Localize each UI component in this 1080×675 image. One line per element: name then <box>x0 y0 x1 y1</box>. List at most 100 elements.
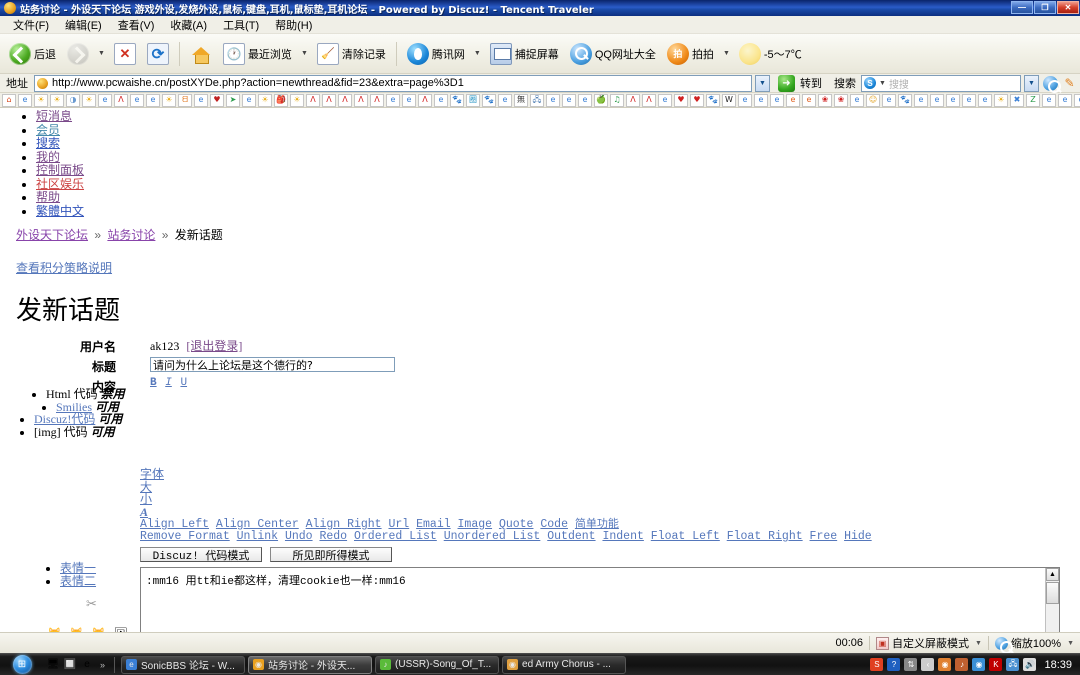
browser-icon[interactable]: e <box>80 658 94 672</box>
subject-input[interactable] <box>150 357 395 372</box>
bookmark-item[interactable]: ◑ <box>66 93 80 107</box>
bookmark-item[interactable]: e <box>770 93 784 107</box>
taskbar-task-button[interactable]: e SonicBBS 论坛 - W... <box>121 655 246 674</box>
bookmark-item[interactable]: e <box>914 93 928 107</box>
nav-link-traditional[interactable]: 繁體中文 <box>36 204 84 218</box>
simple-mode-link[interactable]: 简单功能 <box>575 517 619 530</box>
volume-icon[interactable]: 🔊 <box>1023 658 1037 671</box>
media-player-icon[interactable]: 🔲 <box>63 658 77 672</box>
bookmark-item[interactable]: e <box>130 93 144 107</box>
bookmark-item[interactable]: ❀ <box>818 93 832 107</box>
bookmark-item[interactable]: ♥ <box>690 93 704 107</box>
bookmark-item[interactable]: e <box>386 93 400 107</box>
weather-widget[interactable]: -5～7℃ <box>734 40 807 68</box>
bookmark-item[interactable]: Λ <box>306 93 320 107</box>
search-submit-button[interactable] <box>1042 75 1061 93</box>
bookmark-item[interactable]: e <box>98 93 112 107</box>
scroll-up-arrow-icon[interactable]: ▲ <box>1046 568 1059 581</box>
home-button[interactable] <box>185 40 217 68</box>
nav-item-help[interactable]: 帮助 <box>36 190 1072 205</box>
shield-mode-item[interactable]: ▣ 自定义屏蔽模式 <box>875 635 969 651</box>
search-dropdown-button[interactable]: ▼ <box>1024 74 1039 92</box>
nav-link-entertainment[interactable]: 社区娱乐 <box>36 177 84 191</box>
nav-link-mine[interactable]: 我的 <box>36 150 60 164</box>
wysiwyg-mode-button[interactable]: 所见即所得模式 <box>270 547 392 562</box>
nav-item-members[interactable]: 会员 <box>36 123 1072 138</box>
bookmark-item[interactable]: ᗺ <box>178 93 192 107</box>
bookmark-item[interactable]: e <box>18 93 32 107</box>
bookmark-item[interactable]: e <box>930 93 944 107</box>
menu-favorites[interactable]: 收藏(A) <box>163 16 214 34</box>
bookmark-item[interactable]: 🐾 <box>482 93 496 107</box>
bookmark-item[interactable]: e <box>1042 93 1056 107</box>
bookmark-item[interactable]: e <box>194 93 208 107</box>
bookmark-item[interactable]: e <box>786 93 800 107</box>
show-desktop-icon[interactable]: 🖥 <box>46 658 60 672</box>
recent-pages-button[interactable]: 最近浏览 <box>218 40 297 68</box>
tencent-button[interactable]: 腾讯网 <box>402 40 470 68</box>
bookmark-item[interactable]: ✖ <box>1010 93 1024 107</box>
bookmark-item[interactable]: ☀ <box>82 93 96 107</box>
font-larger-link[interactable]: 大 <box>140 480 1060 494</box>
bookmark-item[interactable]: e <box>850 93 864 107</box>
float-left-link[interactable]: Float Left <box>651 530 720 543</box>
redo-link[interactable]: Redo <box>319 530 347 543</box>
go-button[interactable]: ➜ 转到 <box>773 72 829 95</box>
taskbar-task-button[interactable]: ♪ (USSR)-Song_Of_T... <box>375 655 500 674</box>
refresh-button[interactable] <box>142 40 174 68</box>
tray-expand-icon[interactable]: ‹ <box>921 658 935 671</box>
qq-icon[interactable]: ◉ <box>938 658 952 671</box>
network-activity-icon[interactable]: ⇅ <box>904 658 918 671</box>
tencent-dropdown-icon[interactable]: ▼ <box>471 50 484 57</box>
bookmark-item[interactable]: 🐾 <box>706 93 720 107</box>
bookmark-item[interactable]: e <box>498 93 512 107</box>
nav-item-mine[interactable]: 我的 <box>36 150 1072 165</box>
bookmark-item[interactable]: e <box>754 93 768 107</box>
bookmark-item[interactable]: 🎒 <box>274 93 288 107</box>
nav-link-search[interactable]: 搜索 <box>36 136 60 150</box>
hide-link[interactable]: Hide <box>844 530 872 543</box>
bookmark-item[interactable]: Λ <box>354 93 368 107</box>
menu-file[interactable]: 文件(F) <box>6 16 56 34</box>
underline-button[interactable]: U <box>180 377 187 389</box>
bookmark-item[interactable]: e <box>546 93 560 107</box>
kaspersky-icon[interactable]: K <box>989 658 1003 671</box>
help-icon[interactable]: ? <box>887 658 901 671</box>
bookmark-item[interactable]: Λ <box>338 93 352 107</box>
zoom-item[interactable]: 缩放100% <box>994 635 1061 654</box>
bookmark-item[interactable]: 圈 <box>466 93 480 107</box>
quick-launch-overflow-icon[interactable]: » <box>97 660 108 670</box>
bookmark-item[interactable]: ☀ <box>994 93 1008 107</box>
bookmark-item[interactable]: 🐾 <box>450 93 464 107</box>
remove-format-link[interactable]: Remove Format <box>140 530 230 543</box>
font-family-link[interactable]: 字体 <box>140 468 1060 481</box>
address-input[interactable]: http://www.pcwaishe.cn/postXYDe.php?acti… <box>34 74 752 92</box>
textarea-scrollbar[interactable]: ▲ ▼ <box>1045 568 1059 632</box>
bookmark-item[interactable]: 🐾 <box>898 93 912 107</box>
bookmark-item[interactable]: e <box>402 93 416 107</box>
nav-link-controlpanel[interactable]: 控制面板 <box>36 163 84 177</box>
bookmark-item[interactable]: 無 <box>514 93 528 107</box>
bookmark-item[interactable]: ♥ <box>674 93 688 107</box>
network-icon[interactable]: 🖧 <box>1006 658 1020 671</box>
smiley-cell[interactable]: 😺 <box>44 624 65 632</box>
bookmark-item[interactable]: ☀ <box>50 93 64 107</box>
zoom-dropdown-icon[interactable]: ▼ <box>1067 640 1074 647</box>
music-icon[interactable]: ♪ <box>955 658 969 671</box>
capture-screen-button[interactable]: 捕捉屏幕 <box>485 40 564 68</box>
clear-history-button[interactable]: 清除记录 <box>312 40 391 68</box>
bookmark-item[interactable]: 🍏 <box>594 93 608 107</box>
bookmark-item[interactable]: ➤ <box>226 93 240 107</box>
breadcrumb-root[interactable]: 外设天下论坛 <box>16 228 88 242</box>
bookmark-item[interactable]: e <box>146 93 160 107</box>
search-engine-dropdown-icon[interactable]: ▼ <box>879 80 886 87</box>
logout-link[interactable]: [退出登录] <box>186 339 242 353</box>
bookmark-item[interactable]: Λ <box>626 93 640 107</box>
outdent-link[interactable]: Outdent <box>547 530 595 543</box>
bookmark-item[interactable]: e <box>802 93 816 107</box>
float-right-link[interactable]: Float Right <box>727 530 803 543</box>
bookmark-item[interactable]: e <box>946 93 960 107</box>
bookmark-item[interactable]: e <box>242 93 256 107</box>
bookmark-item[interactable]: e <box>434 93 448 107</box>
nav-item-search[interactable]: 搜索 <box>36 136 1072 151</box>
